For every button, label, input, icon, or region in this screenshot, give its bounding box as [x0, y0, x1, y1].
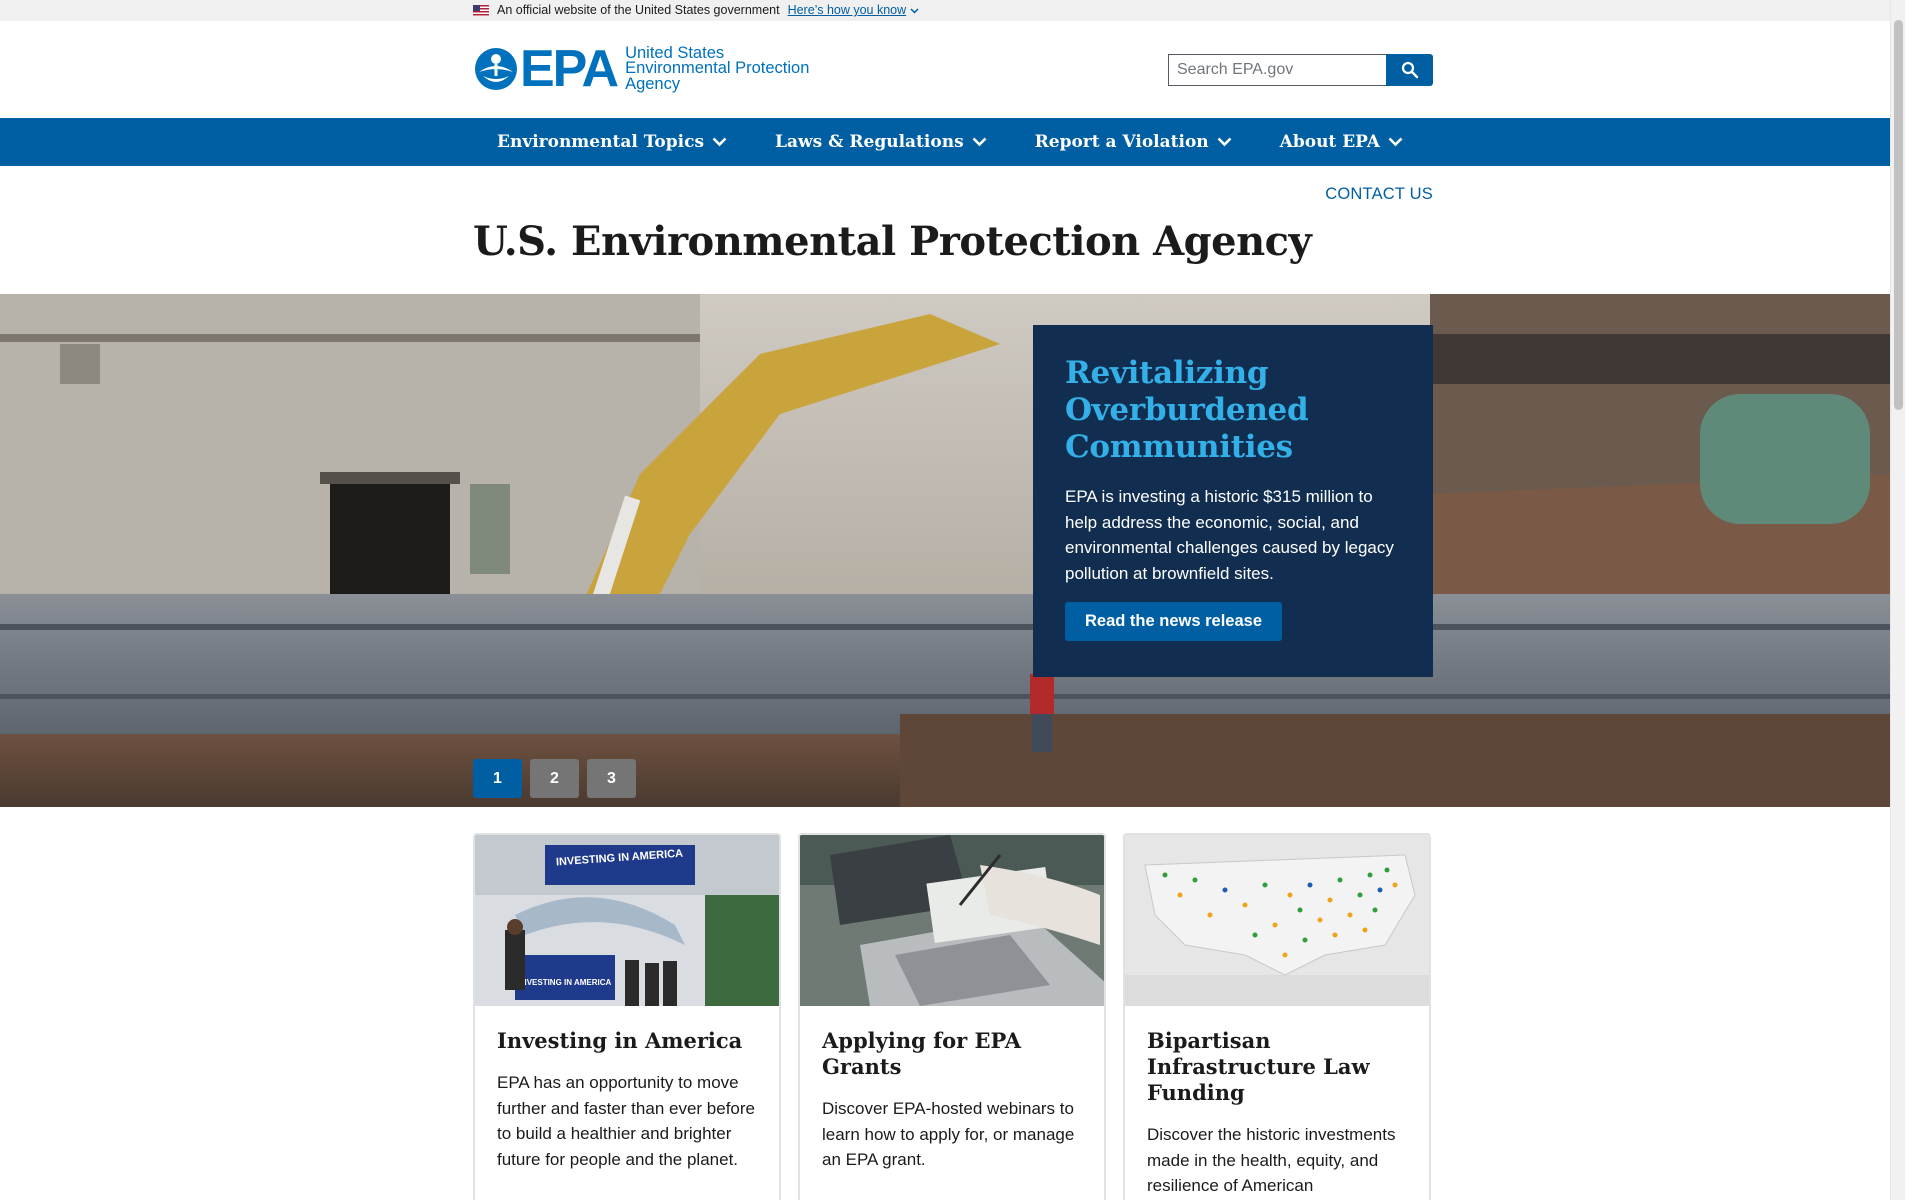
- title-row: CONTACT US U.S. Environmental Protection…: [0, 166, 1905, 294]
- nav-laws-regulations[interactable]: Laws & Regulations: [751, 118, 1011, 166]
- laptop-photo: [800, 835, 1104, 1006]
- nav-environmental-topics-label: Environmental Topics: [497, 132, 705, 152]
- chevron-down-icon: [1217, 137, 1232, 147]
- epa-logo[interactable]: EPA United States Environmental Protecti…: [473, 40, 809, 98]
- us-flag-icon: [473, 5, 489, 16]
- nav-report-a-violation-label: Report a Violation: [1034, 132, 1209, 152]
- hero-carousel: Revitalizing Overburdened Communities EP…: [0, 294, 1905, 807]
- agency-name: United States Environmental Protection A…: [625, 45, 809, 93]
- page: An official website of the United States…: [0, 0, 1905, 1200]
- scrollbar-thumb[interactable]: [1894, 20, 1903, 410]
- card-bipartisan-infrastructure-law[interactable]: Bipartisan Infrastructure Law Funding Di…: [1123, 833, 1431, 1200]
- infrastructure-map-image: [1125, 835, 1429, 1006]
- feature-cards: INVESTING IN AMERICA INVESTING IN AMERIC…: [473, 833, 1433, 1200]
- us-funding-map: [1125, 835, 1429, 1006]
- chevron-down-icon: [1388, 137, 1403, 147]
- heres-how-you-know-link[interactable]: Here’s how you know: [788, 0, 920, 21]
- chevron-down-icon: [910, 7, 919, 14]
- epa-wordmark: EPA: [520, 40, 619, 98]
- search-icon: [1401, 61, 1418, 79]
- read-news-release-button[interactable]: Read the news release: [1065, 602, 1283, 641]
- nav-environmental-topics[interactable]: Environmental Topics: [473, 118, 751, 166]
- nav-about-epa[interactable]: About EPA: [1256, 118, 1427, 166]
- agency-name-line-3: Agency: [625, 74, 681, 93]
- chevron-down-icon: [972, 137, 987, 147]
- event-photo: INVESTING IN AMERICA INVESTING IN AMERIC…: [475, 835, 779, 1006]
- carousel-slide-2-button[interactable]: 2: [530, 759, 579, 798]
- card-investing-in-america[interactable]: INVESTING IN AMERICA INVESTING IN AMERIC…: [473, 833, 781, 1200]
- nav-report-a-violation[interactable]: Report a Violation: [1011, 118, 1256, 166]
- card-title[interactable]: Applying for EPA Grants: [822, 1028, 1082, 1080]
- page-scrollbar[interactable]: [1890, 0, 1905, 1200]
- nav-laws-regulations-label: Laws & Regulations: [775, 132, 964, 152]
- hero-feature-card: Revitalizing Overburdened Communities EP…: [1033, 325, 1433, 677]
- search-form: [1168, 54, 1433, 86]
- card-description: EPA has an opportunity to move further a…: [497, 1073, 755, 1169]
- main-nav: Environmental Topics Laws & Regulations …: [0, 118, 1905, 166]
- carousel-pager: 1 2 3: [473, 759, 636, 798]
- nav-about-epa-label: About EPA: [1279, 132, 1380, 152]
- card-description: Discover EPA-hosted webinars to learn ho…: [822, 1099, 1075, 1169]
- site-header: EPA United States Environmental Protecti…: [0, 21, 1905, 118]
- card-applying-for-epa-grants[interactable]: Applying for EPA Grants Discover EPA-hos…: [798, 833, 1106, 1200]
- search-input[interactable]: [1168, 54, 1386, 86]
- gov-banner-text: An official website of the United States…: [497, 3, 780, 17]
- card-description: Discover the historic investments made i…: [1147, 1125, 1396, 1195]
- carousel-slide-1-button[interactable]: 1: [473, 759, 522, 798]
- page-title: U.S. Environmental Protection Agency: [473, 218, 1312, 265]
- search-button[interactable]: [1386, 54, 1433, 86]
- hero-image-demolition-site: [0, 294, 1905, 807]
- hero-headline[interactable]: Revitalizing Overburdened Communities: [1065, 355, 1401, 466]
- card-title[interactable]: Bipartisan Infrastructure Law Funding: [1147, 1028, 1407, 1106]
- chevron-down-icon: [712, 137, 727, 147]
- card-title[interactable]: Investing in America: [497, 1028, 757, 1054]
- investing-in-america-image: INVESTING IN AMERICA INVESTING IN AMERIC…: [475, 835, 779, 1006]
- heres-how-you-know-label: Here’s how you know: [787, 3, 907, 17]
- gov-banner: An official website of the United States…: [0, 0, 1905, 21]
- contact-us-link[interactable]: CONTACT US: [1325, 185, 1433, 204]
- epa-flower-logo-icon: [475, 48, 517, 90]
- hero-body: EPA is investing a historic $315 million…: [1065, 487, 1394, 583]
- carousel-slide-3-button[interactable]: 3: [587, 759, 636, 798]
- applying-for-grants-image: [800, 835, 1104, 1006]
- sign-bottom-line-1: INVESTING IN AMERICA: [519, 978, 612, 987]
